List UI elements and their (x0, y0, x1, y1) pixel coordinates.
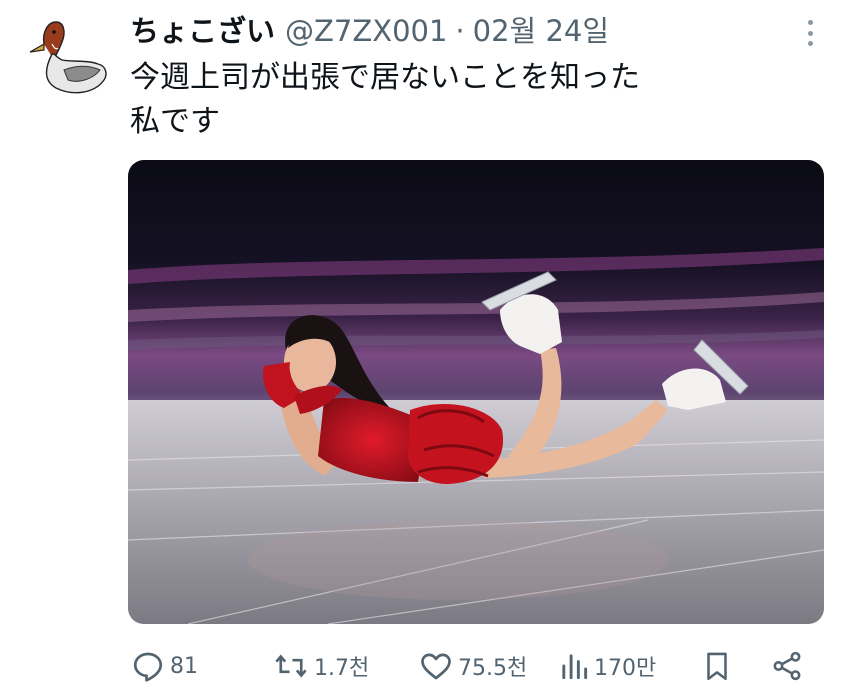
reply-icon (133, 652, 163, 682)
duck-avatar-icon (29, 21, 107, 94)
retweet-count: 1.7천 (314, 656, 370, 681)
tweet-actions: 81 1.7천 75.5천 170만 (130, 644, 810, 688)
tweet-date[interactable]: 02월 24일 (473, 10, 609, 52)
retweet-icon (275, 654, 307, 678)
tweet-media[interactable] (128, 160, 824, 624)
avatar[interactable] (28, 14, 110, 96)
tweet-text: 今週上司が出張で居ないことを知った 私です (130, 56, 770, 144)
figure-skater-photo (128, 160, 824, 624)
like-button[interactable]: 75.5천 (418, 644, 527, 688)
more-options-icon[interactable] (806, 20, 814, 46)
views-button[interactable]: 170만 (558, 644, 656, 688)
tweet-text-line: 私です (130, 104, 220, 139)
like-count: 75.5천 (458, 656, 528, 681)
heart-icon (421, 653, 451, 680)
reply-count: 81 (170, 653, 198, 679)
share-button[interactable] (770, 644, 804, 688)
bookmark-button[interactable] (700, 644, 734, 688)
views-count: 170만 (594, 656, 657, 681)
bookmark-icon (707, 652, 727, 681)
user-handle[interactable]: @Z7ZX001 (285, 10, 447, 52)
retweet-button[interactable]: 1.7천 (272, 644, 369, 688)
reply-button[interactable]: 81 (130, 644, 198, 688)
share-icon (773, 651, 801, 681)
views-chart-icon (562, 654, 588, 680)
header-separator: · (455, 14, 465, 48)
tweet-header: ちょこざい @Z7ZX001 · 02월 24일 (130, 10, 790, 52)
display-name[interactable]: ちょこざい (130, 10, 275, 52)
tweet-text-line: 今週上司が出張で居ないことを知った (130, 60, 640, 95)
